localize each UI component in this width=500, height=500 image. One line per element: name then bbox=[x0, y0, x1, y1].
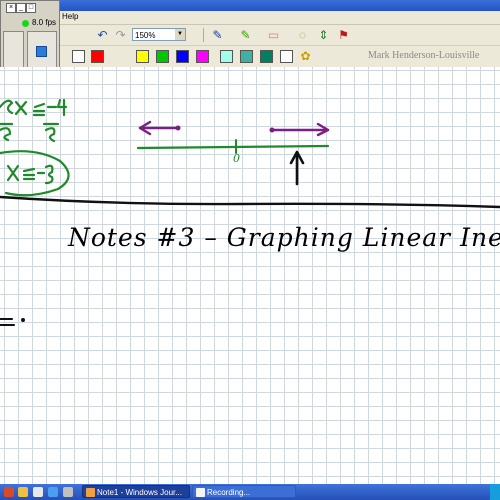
app-icon[interactable] bbox=[48, 487, 58, 497]
color-swatch[interactable] bbox=[136, 50, 149, 63]
maximize-icon[interactable]: □ bbox=[26, 3, 36, 13]
browser-icon[interactable] bbox=[4, 487, 14, 497]
color-swatch[interactable] bbox=[280, 50, 293, 63]
task-journal-label: Note1 - Windows Jour... bbox=[97, 488, 182, 497]
color-swatch[interactable] bbox=[220, 50, 233, 63]
ink-pointer-arrow bbox=[289, 150, 305, 186]
ink-zero-label: 0 bbox=[233, 152, 240, 165]
ink-equals-mark bbox=[0, 318, 25, 326]
pause-button[interactable] bbox=[3, 31, 24, 71]
eraser-icon[interactable]: ▭ bbox=[266, 28, 281, 42]
task-recording-label: Recording... bbox=[207, 488, 251, 497]
color-swatch[interactable] bbox=[91, 50, 104, 63]
color-swatch[interactable] bbox=[240, 50, 253, 63]
color-swatch[interactable] bbox=[196, 50, 209, 63]
zoom-value: 150% bbox=[135, 31, 156, 40]
color-swatch[interactable] bbox=[156, 50, 169, 63]
insert-space-icon[interactable]: ⇕ bbox=[316, 28, 331, 42]
highlighter-icon[interactable]: ✎ bbox=[238, 28, 253, 42]
notes-title: Notes #3 – Graphing Linear Inequalities bbox=[68, 223, 500, 252]
undo-icon[interactable]: ↶ bbox=[95, 28, 110, 42]
palette-icon[interactable]: ✿ bbox=[298, 49, 313, 63]
folder-icon[interactable] bbox=[18, 487, 28, 497]
standard-toolbar: ↶ ↷ 150% ▼ ✎ ✎ ▭ ◌ ⇕ ⚑ bbox=[0, 25, 500, 46]
pen-icon[interactable]: ✎ bbox=[210, 28, 225, 42]
recorder-icon bbox=[196, 488, 205, 497]
color-swatch[interactable] bbox=[260, 50, 273, 63]
menu-help[interactable]: Help bbox=[62, 12, 78, 21]
close-icon[interactable]: × bbox=[6, 3, 16, 13]
ink-section-divider bbox=[0, 195, 500, 209]
lasso-icon[interactable]: ◌ bbox=[295, 28, 310, 42]
color-swatch[interactable] bbox=[176, 50, 189, 63]
menu-bar: Help bbox=[0, 11, 500, 25]
minimize-icon[interactable]: _ bbox=[16, 3, 26, 13]
toolbar-separator bbox=[203, 28, 204, 42]
stop-button[interactable] bbox=[27, 31, 57, 71]
app-icon[interactable] bbox=[33, 487, 43, 497]
ink-number-line bbox=[136, 120, 330, 154]
journal-page[interactable]: 0 Notes #3 – Graphing Linear Inequalitie… bbox=[0, 67, 500, 484]
flag-icon[interactable]: ⚑ bbox=[336, 28, 351, 42]
author-label: Mark Henderson-Louisville bbox=[368, 50, 480, 61]
color-swatch[interactable] bbox=[72, 50, 85, 63]
redo-icon[interactable]: ↷ bbox=[113, 28, 128, 42]
title-bar bbox=[0, 0, 500, 11]
taskbar: Note1 - Windows Jour... Recording... bbox=[0, 484, 500, 500]
chevron-down-icon[interactable]: ▼ bbox=[175, 29, 185, 40]
app-icon[interactable] bbox=[63, 487, 73, 497]
recording-status-icon bbox=[22, 20, 29, 27]
task-recording[interactable]: Recording... bbox=[192, 485, 296, 498]
zoom-select[interactable]: 150% ▼ bbox=[132, 28, 186, 41]
fps-readout: 8.0 fps bbox=[32, 18, 57, 27]
ink-inequality-work bbox=[0, 98, 70, 197]
journal-icon bbox=[86, 488, 95, 497]
task-journal[interactable]: Note1 - Windows Jour... bbox=[82, 485, 190, 498]
system-tray[interactable] bbox=[490, 484, 500, 500]
stop-icon bbox=[36, 46, 47, 57]
handwritten-ink: 0 bbox=[0, 98, 500, 326]
